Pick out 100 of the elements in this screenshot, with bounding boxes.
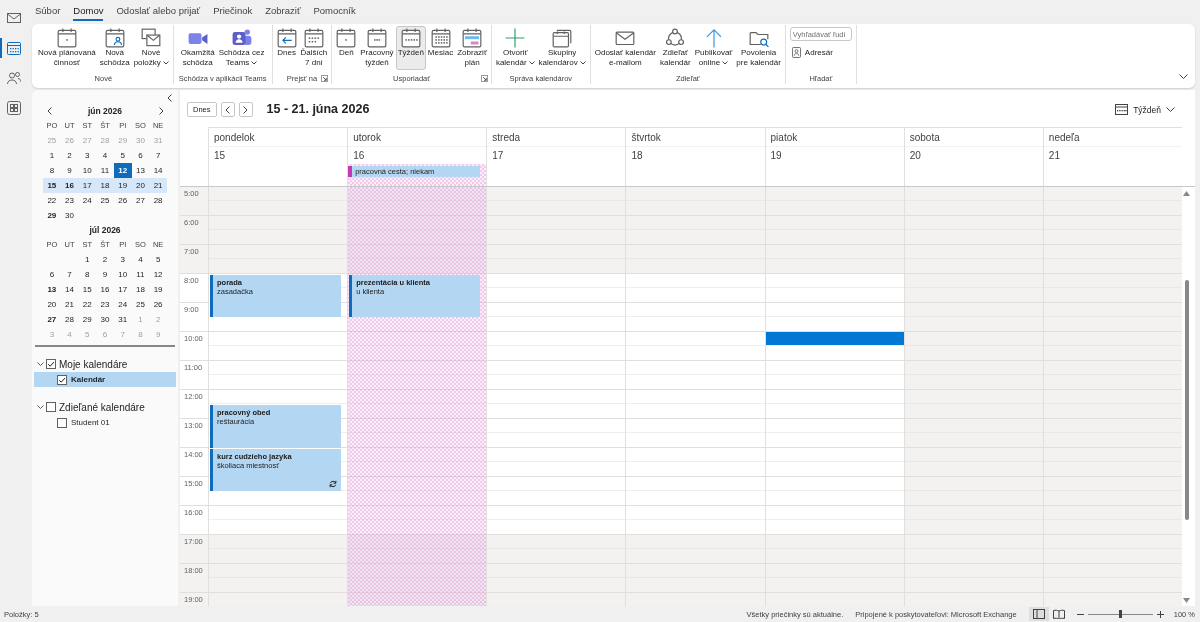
- calendar-day[interactable]: 7: [149, 148, 167, 163]
- day-date[interactable]: 19: [770, 150, 782, 161]
- chevron-right-icon[interactable]: [158, 107, 164, 115]
- ribbon-button[interactable]: Pracovný týždeň: [358, 26, 396, 70]
- ribbon-button[interactable]: Deň: [334, 26, 359, 70]
- calendar-day[interactable]: 13: [131, 163, 150, 178]
- ribbon-button[interactable]: Ďalších 7 dní: [298, 26, 330, 70]
- day-column[interactable]: [764, 187, 904, 606]
- normal-view-button[interactable]: [1028, 607, 1049, 621]
- calendar-list-item[interactable]: Kalendár: [34, 372, 176, 387]
- folder-group-label[interactable]: Zdieľané kalendáre: [59, 401, 145, 413]
- calendar-day[interactable]: 24: [78, 193, 97, 208]
- calendar-day[interactable]: 30: [96, 312, 114, 327]
- calendar-day[interactable]: 23: [96, 297, 114, 312]
- ribbon-tab[interactable]: Domov: [73, 1, 104, 21]
- checkbox[interactable]: [57, 374, 67, 385]
- ribbon-button[interactable]: Zobraziť plán: [455, 26, 489, 70]
- calendar-day[interactable]: 4: [131, 252, 150, 267]
- ribbon-button[interactable]: Dnes: [274, 26, 299, 70]
- calendar-day[interactable]: 15: [78, 282, 97, 297]
- calendar-day[interactable]: 18: [131, 282, 150, 297]
- plus-icon[interactable]: [1156, 610, 1164, 618]
- ribbon-button[interactable]: Schôdza cez Teams: [216, 26, 267, 70]
- checkbox[interactable]: [57, 417, 67, 428]
- ribbon-tab[interactable]: Odoslať alebo prijať: [116, 1, 201, 21]
- previous-button[interactable]: [220, 102, 235, 117]
- scroll-down-icon[interactable]: [1183, 598, 1191, 603]
- ribbon-tab[interactable]: Súbor: [35, 1, 61, 21]
- chevron-left-icon[interactable]: [46, 107, 52, 115]
- folder-group-label[interactable]: Moje kalendáre: [59, 358, 128, 370]
- calendar-day[interactable]: 5: [149, 252, 167, 267]
- calendar-list-item[interactable]: Student 01: [34, 415, 176, 430]
- dialog-launcher-icon[interactable]: [321, 75, 329, 82]
- calendar-day[interactable]: 26: [113, 193, 132, 208]
- calendar-day[interactable]: 17: [113, 282, 132, 297]
- ribbon-button[interactable]: Nová schôdza: [97, 26, 132, 70]
- day-date[interactable]: 16: [353, 150, 365, 161]
- calendar-day[interactable]: 25: [96, 193, 114, 208]
- ribbon-button[interactable]: Zdieľať kalendár: [658, 26, 693, 70]
- calendar-day[interactable]: 19: [149, 282, 167, 297]
- calendar-day[interactable]: 8: [43, 163, 61, 178]
- calendar-day[interactable]: 13: [43, 282, 61, 297]
- ribbon-button[interactable]: Skupiny kalendárov: [536, 26, 588, 70]
- calendar-day[interactable]: 2: [96, 252, 114, 267]
- ribbon-tab[interactable]: Zobraziť: [265, 1, 301, 21]
- calendar-day[interactable]: 17: [78, 178, 97, 193]
- calendar-day[interactable]: 8: [78, 267, 97, 282]
- day-date[interactable]: 18: [631, 150, 643, 161]
- calendar-day[interactable]: 9: [96, 267, 114, 282]
- time-slot[interactable]: [765, 332, 904, 346]
- ribbon-button[interactable]: Otvoriť kalendár: [493, 26, 537, 70]
- next-button[interactable]: [238, 102, 253, 117]
- slider-thumb[interactable]: [1118, 610, 1122, 618]
- ribbon-button[interactable]: Týždeň: [395, 26, 426, 70]
- day-date[interactable]: 21: [1048, 150, 1060, 161]
- calendar-day[interactable]: 9: [60, 163, 79, 178]
- calendar-day[interactable]: 29: [43, 208, 61, 223]
- calendar-day[interactable]: 12: [113, 163, 132, 178]
- ribbon-button[interactable]: Mesiac: [425, 26, 456, 70]
- calendar-day[interactable]: 2: [60, 148, 79, 163]
- day-date[interactable]: 15: [214, 150, 226, 161]
- calendar-day[interactable]: 11: [131, 267, 150, 282]
- ribbon-button[interactable]: Odoslať kalendár e-mailom: [592, 26, 658, 70]
- calendar-day[interactable]: 15: [43, 178, 61, 193]
- calendar-day[interactable]: 26: [149, 297, 167, 312]
- scroll-up-icon[interactable]: [1183, 191, 1191, 196]
- calendar-day[interactable]: 27: [43, 312, 61, 327]
- chevron-left-icon[interactable]: [167, 94, 172, 102]
- calendar-day[interactable]: 25: [131, 297, 150, 312]
- calendar-day[interactable]: 20: [43, 297, 61, 312]
- ribbon-button[interactable]: Povolenia pre kalendár: [734, 26, 783, 70]
- calendar-day[interactable]: 14: [149, 163, 167, 178]
- calendar-day[interactable]: 22: [78, 297, 97, 312]
- chevron-down-icon[interactable]: [37, 405, 44, 409]
- ribbon-button[interactable]: Publikovať online: [692, 26, 735, 70]
- calendar-day[interactable]: 29: [78, 312, 97, 327]
- calendar-day[interactable]: 1: [78, 252, 97, 267]
- calendar-day[interactable]: 18: [96, 178, 114, 193]
- calendar-day[interactable]: 4: [96, 148, 114, 163]
- dialog-launcher-icon[interactable]: [480, 75, 488, 82]
- calendar-day[interactable]: 31: [113, 312, 132, 327]
- calendar-day[interactable]: 16: [96, 282, 114, 297]
- calendar-day[interactable]: 7: [60, 267, 79, 282]
- checkbox[interactable]: [46, 359, 56, 369]
- calendar-day[interactable]: 6: [43, 267, 61, 282]
- chevron-down-icon[interactable]: [37, 362, 44, 366]
- ribbon-tab[interactable]: Pomocník: [313, 1, 356, 21]
- ribbon-button[interactable]: Adresár: [789, 46, 835, 59]
- calendar-day[interactable]: 3: [113, 252, 132, 267]
- calendar-day[interactable]: 14: [60, 282, 79, 297]
- ribbon-button[interactable]: Okamžitá schôdza: [178, 26, 217, 70]
- calendar-day[interactable]: 28: [60, 312, 79, 327]
- day-date[interactable]: 17: [492, 150, 504, 161]
- calendar-day[interactable]: 30: [60, 208, 79, 223]
- calendar-day[interactable]: 10: [113, 267, 132, 282]
- checkbox[interactable]: [46, 402, 56, 412]
- chevron-down-icon[interactable]: [1179, 74, 1188, 79]
- calendar-day[interactable]: 10: [78, 163, 97, 178]
- calendar-day[interactable]: 1: [43, 148, 61, 163]
- ribbon-tab[interactable]: Priečinok: [213, 1, 253, 21]
